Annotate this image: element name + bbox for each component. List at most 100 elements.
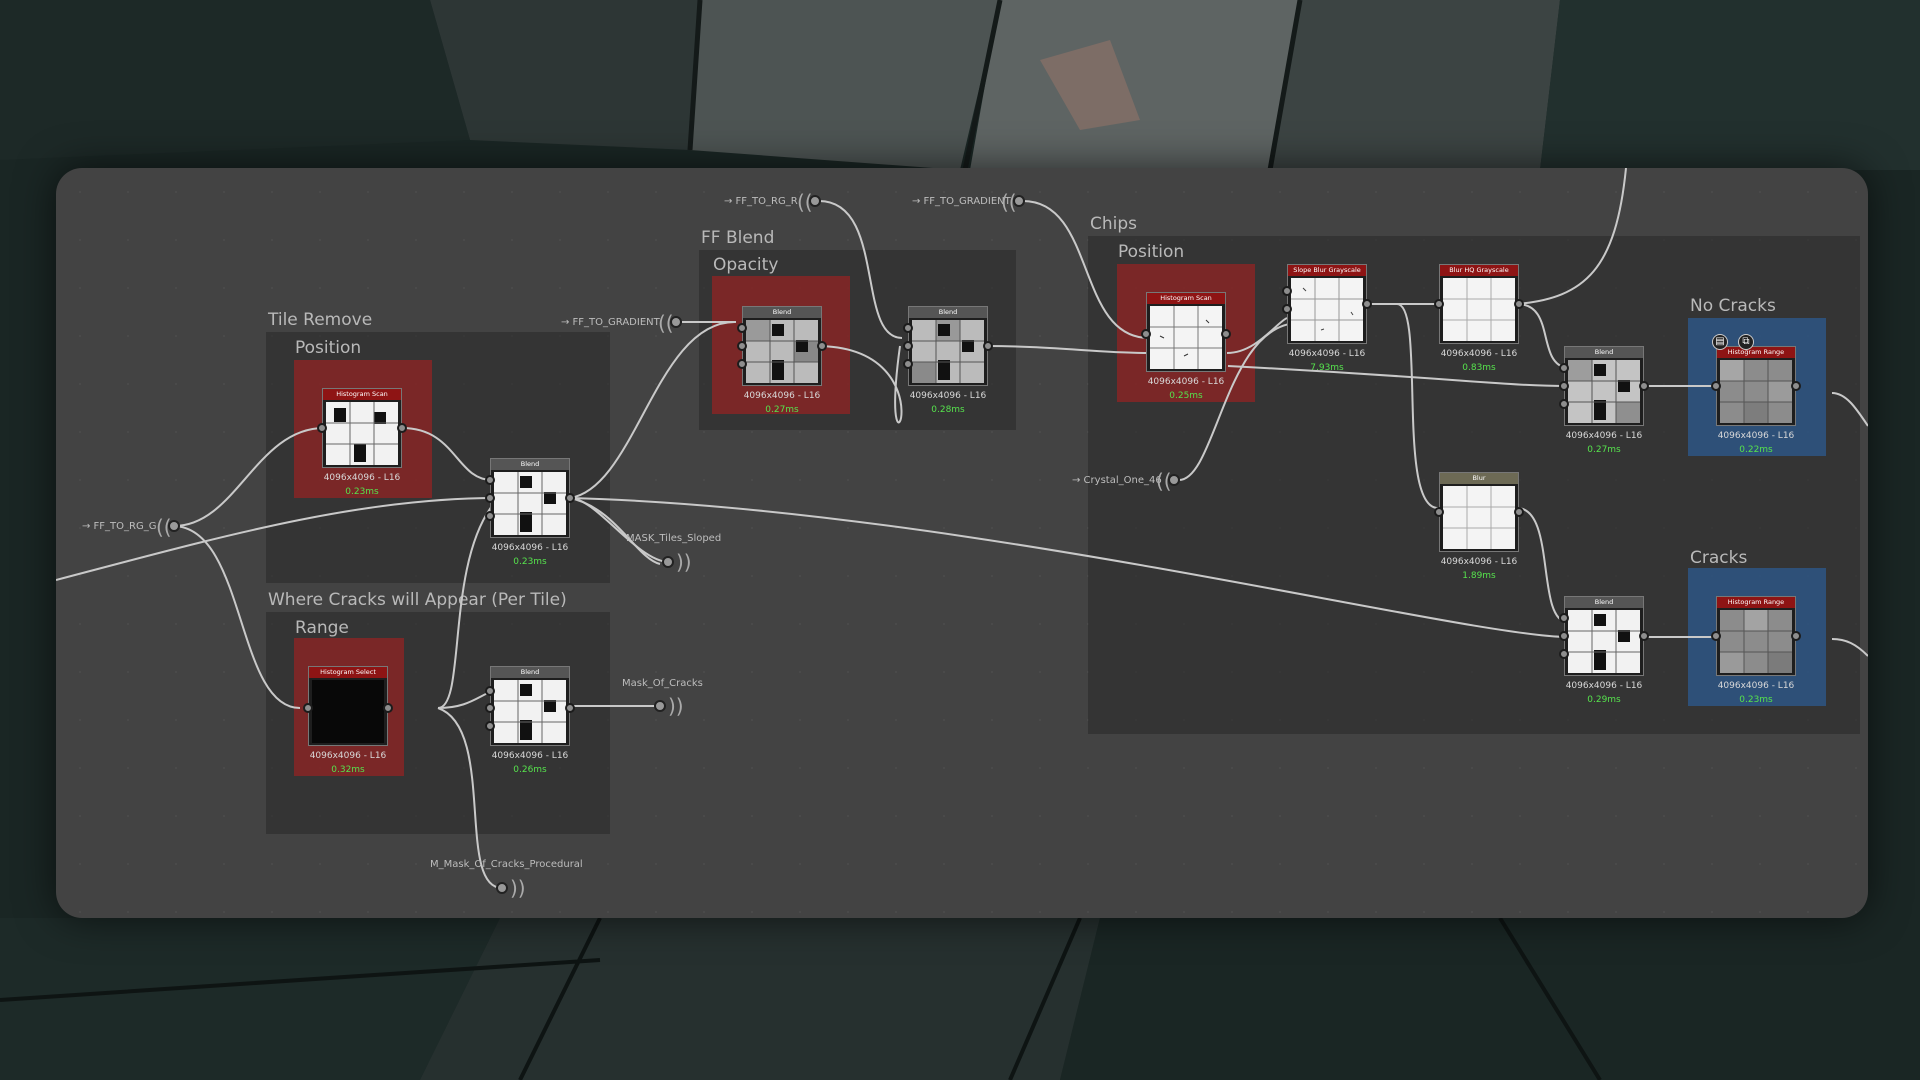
- input-pin[interactable]: [485, 511, 495, 521]
- node-resolution: 4096x4096 - L16: [909, 391, 987, 401]
- node-body[interactable]: Histogram Range: [1716, 596, 1796, 676]
- node-resolution: 4096x4096 - L16: [1440, 349, 1518, 359]
- node-body[interactable]: Blend: [1564, 346, 1644, 426]
- output-pin[interactable]: [817, 341, 827, 351]
- input-label-ff-to-rg-r: → FF_TO_RG_R: [724, 196, 798, 207]
- node-body[interactable]: Blend: [908, 306, 988, 386]
- input-pin[interactable]: [737, 323, 747, 333]
- node-body[interactable]: Histogram Scan: [1146, 292, 1226, 372]
- input-port-crystal-one[interactable]: [1168, 474, 1180, 486]
- input-pin[interactable]: [1711, 381, 1721, 391]
- output-pin[interactable]: [565, 493, 575, 503]
- output-pin[interactable]: [383, 703, 393, 713]
- input-pin[interactable]: [485, 703, 495, 713]
- node-histogram-scan-1[interactable]: Histogram Scan 4096x4096 - L16 0.23ms: [317, 388, 407, 497]
- input-pin[interactable]: [1434, 507, 1444, 517]
- input-port-ff-to-gradient-2[interactable]: [1013, 195, 1025, 207]
- output-pin[interactable]: [1514, 299, 1524, 309]
- input-pin[interactable]: [903, 323, 913, 333]
- node-slope-blur-grayscale[interactable]: Slope Blur Grayscale 4096x4096 - L16 7.9…: [1282, 264, 1372, 373]
- node-thumbnail: [1720, 610, 1792, 673]
- node-body[interactable]: Slope Blur Grayscale: [1287, 264, 1367, 344]
- output-pin[interactable]: [1639, 381, 1649, 391]
- input-pin[interactable]: [1559, 631, 1569, 641]
- node-histogram-select[interactable]: Histogram Select 4096x4096 - L16 0.32ms: [303, 666, 393, 775]
- input-port-ff-to-rg-r[interactable]: [809, 195, 821, 207]
- node-time: 0.32ms: [331, 765, 365, 775]
- input-pin[interactable]: [317, 423, 327, 433]
- input-pin[interactable]: [1559, 613, 1569, 623]
- output-pin[interactable]: [565, 703, 575, 713]
- input-pin[interactable]: [903, 341, 913, 351]
- input-port-ff-to-gradient-1[interactable]: [670, 316, 682, 328]
- node-title: Slope Blur Grayscale: [1288, 265, 1366, 276]
- output-pin[interactable]: [1221, 329, 1231, 339]
- output-pin[interactable]: [1791, 381, 1801, 391]
- node-body[interactable]: Blur: [1439, 472, 1519, 552]
- node-resolution: 4096x4096 - L16: [491, 543, 569, 553]
- input-port-ff-to-rg-g[interactable]: [168, 520, 180, 532]
- node-blend-1[interactable]: Blend 4096x4096 - L16 0.23ms: [485, 458, 575, 567]
- input-pin[interactable]: [1559, 381, 1569, 391]
- frame-title-chips: Chips: [1090, 214, 1138, 234]
- node-body[interactable]: Blend: [490, 666, 570, 746]
- node-body[interactable]: Blend: [742, 306, 822, 386]
- input-pin[interactable]: [1559, 649, 1569, 659]
- node-histogram-scan-2[interactable]: Histogram Scan 4096x4096 - L16 0.25ms: [1141, 292, 1231, 401]
- output-port-mask-of-cracks[interactable]: [654, 700, 666, 712]
- input-pin[interactable]: [737, 359, 747, 369]
- node-blend-2[interactable]: Blend 4096x4096 - L16 0.26ms: [485, 666, 575, 775]
- node-body[interactable]: Histogram Select: [308, 666, 388, 746]
- node-thumbnail: [1291, 278, 1363, 341]
- input-pin[interactable]: [303, 703, 313, 713]
- node-body[interactable]: Blur HQ Grayscale: [1439, 264, 1519, 344]
- frame-title-tile-remove: Tile Remove: [268, 310, 373, 330]
- output-label-mask-tiles-sloped: MASK_Tiles_Sloped: [626, 533, 722, 544]
- input-pin[interactable]: [485, 493, 495, 503]
- node-body[interactable]: Histogram Scan: [322, 388, 402, 468]
- output-port-mask-tiles-sloped[interactable]: [662, 556, 674, 568]
- input-pin[interactable]: [737, 341, 747, 351]
- document-icon[interactable]: ▤: [1712, 334, 1728, 350]
- input-pin[interactable]: [903, 359, 913, 369]
- input-pin[interactable]: [1559, 363, 1569, 373]
- output-pin[interactable]: [1514, 507, 1524, 517]
- node-graph-canvas[interactable]: Tile Remove Position Where Cracks will A…: [56, 168, 1868, 918]
- frame-title-position-2: Position: [1118, 242, 1185, 262]
- node-blend-5[interactable]: Blend 4096x4096 - L16 0.27ms: [1559, 346, 1649, 455]
- node-resolution: 4096x4096 - L16: [1147, 377, 1225, 387]
- input-pin[interactable]: [485, 721, 495, 731]
- input-label-crystal-one: → Crystal_One_46: [1072, 475, 1162, 486]
- node-resolution: 4096x4096 - L16: [491, 751, 569, 761]
- input-pin[interactable]: [485, 475, 495, 485]
- input-pin[interactable]: [1434, 299, 1444, 309]
- node-thumbnail: [494, 472, 566, 535]
- output-port-m-mask-procedural[interactable]: [496, 882, 508, 894]
- node-histogram-range-1[interactable]: Histogram Range 4096x4096 - L16 0.22ms ▤…: [1711, 334, 1801, 455]
- node-blend-6[interactable]: Blend 4096x4096 - L16 0.29ms: [1559, 596, 1649, 705]
- node-thumbnail: [746, 320, 818, 383]
- node-blend-3[interactable]: Blend 4096x4096 - L16 0.27ms: [737, 306, 827, 415]
- input-pin[interactable]: [1282, 304, 1292, 314]
- output-pin[interactable]: [397, 423, 407, 433]
- expand-icon[interactable]: ⧉: [1738, 334, 1754, 350]
- node-thumbnail: [1150, 306, 1222, 369]
- output-pin[interactable]: [1639, 631, 1649, 641]
- input-pin[interactable]: [1282, 286, 1292, 296]
- node-blur[interactable]: Blur 4096x4096 - L16 1.89ms: [1434, 472, 1524, 581]
- output-pin[interactable]: [1362, 299, 1372, 309]
- input-pin[interactable]: [485, 686, 495, 696]
- input-pin[interactable]: [1559, 399, 1569, 409]
- input-pin[interactable]: [1711, 631, 1721, 641]
- node-resolution: 4096x4096 - L16: [309, 751, 387, 761]
- node-body[interactable]: Blend: [490, 458, 570, 538]
- node-blur-hq-grayscale[interactable]: Blur HQ Grayscale 4096x4096 - L16 0.83ms: [1434, 264, 1524, 373]
- node-body[interactable]: Blend: [1564, 596, 1644, 676]
- output-pin[interactable]: [983, 341, 993, 351]
- output-pin[interactable]: [1791, 631, 1801, 641]
- frame-title-ff-blend: FF Blend: [701, 228, 775, 248]
- node-body[interactable]: Histogram Range: [1716, 346, 1796, 426]
- input-pin[interactable]: [1141, 329, 1151, 339]
- node-histogram-range-2[interactable]: Histogram Range 4096x4096 - L16 0.23ms: [1711, 596, 1801, 705]
- node-blend-4[interactable]: Blend 4096x4096 - L16 0.28ms: [903, 306, 993, 415]
